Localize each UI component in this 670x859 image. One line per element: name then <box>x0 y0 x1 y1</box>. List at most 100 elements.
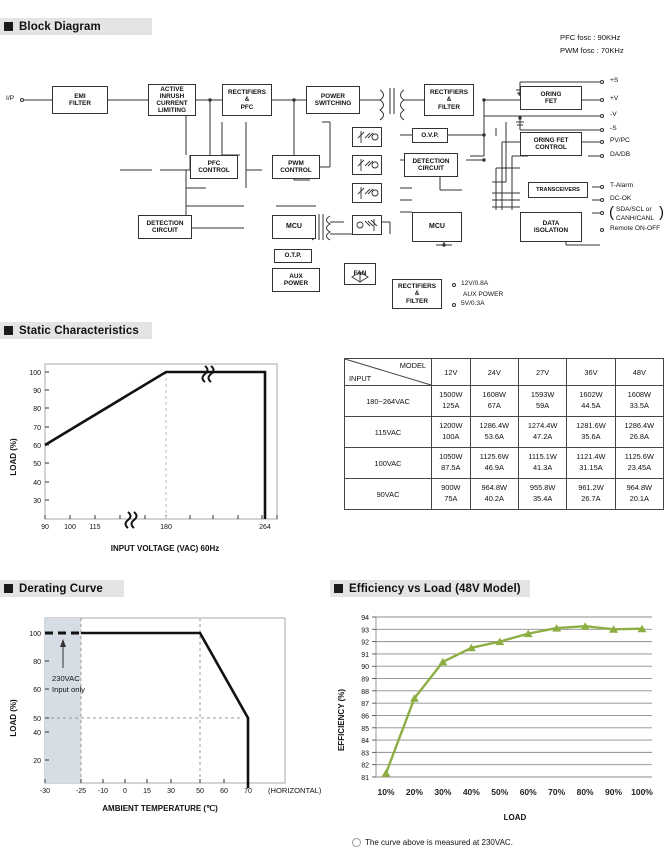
svg-text:264: 264 <box>259 524 271 531</box>
block-active-inrush-current-limiting: ACTIVE INRUSH CURRENT LIMITING <box>148 84 196 116</box>
input-terminal <box>20 98 24 102</box>
static-characteristics-chart: 100 90 80 70 60 50 40 30 90 100 115 180 264 LO… <box>9 363 278 553</box>
efficiency-chart-xlabel: LOAD <box>504 813 527 822</box>
cell-watt: 1608W <box>627 390 652 400</box>
terminal-plus-v <box>600 98 604 102</box>
optocoupler-icon-2 <box>352 155 382 175</box>
block-aux-power: AUX POWER <box>272 268 320 292</box>
svg-text:90: 90 <box>33 388 41 395</box>
cell-watt: 900W <box>441 483 461 493</box>
cell-amp: 23.45A <box>627 463 652 472</box>
svg-text:180: 180 <box>160 524 172 531</box>
cell-amp: 20.1A <box>629 494 649 503</box>
output-label-minus-s: -S <box>610 125 617 132</box>
output-label-plus-v: +V <box>610 95 619 102</box>
row-input-label: 115VAC <box>344 416 432 448</box>
output-label-canh-canl: CANH/CANL <box>616 215 655 222</box>
input-label: I/P <box>6 95 15 102</box>
derating-horizontal-note: (HORIZONTAL) <box>268 786 322 795</box>
terminal-plus-s <box>600 80 604 84</box>
bullet-square-icon <box>334 584 343 593</box>
static-characteristics-table: MODEL INPUT 12V 24V 27V 36V 48V 180~264V… <box>344 358 665 510</box>
static-chart-ylabel: LOAD (%) <box>9 438 18 476</box>
aux-power-label: AUX POWER <box>463 291 504 298</box>
svg-text:80%: 80% <box>577 787 594 797</box>
terminal-minus-v <box>600 114 604 118</box>
cell-amp: 125A <box>442 401 460 410</box>
block-fan: FAN <box>344 263 376 285</box>
block-otp: O.T.P. <box>274 249 312 263</box>
svg-text:100: 100 <box>29 370 41 377</box>
efficiency-chart: 81 82 83 84 85 86 87 88 89 90 91 92 93 94 10% 20% 30% 40… <box>337 615 653 822</box>
svg-text:93: 93 <box>361 627 369 634</box>
block-transceivers: TRANSCEIVERS <box>528 182 588 198</box>
aux-output-5v: 5V/0.3A <box>461 300 485 307</box>
cell-watt: 1286.4W <box>479 421 510 431</box>
svg-text:70%: 70% <box>548 787 565 797</box>
svg-text:40: 40 <box>33 730 41 737</box>
terminal-5v <box>452 303 456 307</box>
block-rectifiers-filter-aux: RECTIFIERS & FILTER <box>392 279 442 309</box>
table-col-12v: 12V <box>431 358 471 386</box>
cell-amp: 33.5A <box>629 401 649 410</box>
optocoupler-icon-4 <box>352 215 382 235</box>
cell-watt: 1286.4W <box>624 421 655 431</box>
svg-text:20: 20 <box>33 758 41 765</box>
block-mcu-left: MCU <box>272 215 316 239</box>
cell-watt: 964.8W <box>481 483 507 493</box>
svg-text:60: 60 <box>33 687 41 694</box>
terminal-pv-pc <box>600 140 604 144</box>
section-title: Derating Curve <box>19 582 103 595</box>
svg-text:50%: 50% <box>491 787 508 797</box>
pfc-fosc-note: PFC fosc : 90KHz <box>560 33 621 42</box>
svg-text:100: 100 <box>29 631 41 638</box>
terminal-dc-ok <box>600 198 604 202</box>
svg-text:30%: 30% <box>434 787 451 797</box>
section-header-derating-curve: Derating Curve <box>0 580 124 597</box>
aux-output-12v: 12V/0.8A <box>461 280 489 287</box>
cell-watt: 1281.6W <box>576 421 606 431</box>
svg-text:92: 92 <box>361 640 369 647</box>
svg-text:82: 82 <box>361 763 369 770</box>
row-input-label: 180~264VAC <box>344 385 432 417</box>
svg-text:80: 80 <box>33 406 41 413</box>
efficiency-footnote: The curve above is measured at 230VAC. <box>352 838 513 847</box>
output-label-dc-ok: DC-OK <box>610 195 632 202</box>
output-label-t-alarm: T-Alarm <box>610 182 634 189</box>
svg-text:60%: 60% <box>520 787 537 797</box>
cell-watt: 1602W <box>579 390 603 400</box>
section-title: Efficiency vs Load (48V Model) <box>349 582 521 595</box>
table-row: 100VAC 1050W 87.5A 1125.6W 46.9A 1115.1W 41… <box>344 447 665 479</box>
block-rectifiers-filter: RECTIFIERS & FILTER <box>424 84 474 116</box>
cell-watt: 1500W <box>439 390 463 400</box>
block-rectifiers-pfc: RECTIFIERS & PFC <box>222 84 272 116</box>
block-ovp: O.V.P. <box>412 128 448 143</box>
block-data-isolation: DATA ISOLATION <box>520 212 582 242</box>
svg-text:0: 0 <box>123 788 127 795</box>
svg-text:85: 85 <box>361 726 369 733</box>
static-chart-xlabel: INPUT VOLTAGE (VAC) 60Hz <box>111 544 219 553</box>
svg-text:-10: -10 <box>98 788 108 795</box>
svg-text:94: 94 <box>361 615 369 622</box>
block-mcu-right: MCU <box>412 212 462 242</box>
derating-curve-chart: 100 80 60 50 40 20 -30 -25 -10 0 15 30 50 60 70… <box>9 617 322 813</box>
cell-watt: 1593W <box>530 390 555 400</box>
cell-amp: 87.5A <box>441 463 461 472</box>
svg-text:115: 115 <box>89 524 100 531</box>
output-label-da-db: DA/DB <box>610 151 631 158</box>
svg-text:89: 89 <box>361 677 369 684</box>
svg-text:50: 50 <box>33 461 41 468</box>
svg-text:100: 100 <box>64 524 76 531</box>
main-transformer-icon <box>379 88 405 121</box>
table-row: 115VAC 1200W 100A 1286.4W 53.6A 1274.4W 47.… <box>344 416 665 448</box>
section-header-block-diagram: Block Diagram <box>0 18 152 35</box>
row-input-label: 90VAC <box>344 478 432 510</box>
cell-amp: 40.2A <box>484 494 504 503</box>
terminal-minus-s <box>600 128 604 132</box>
block-power-switching: POWER SWITCHING <box>306 86 360 114</box>
cell-amp: 31.15A <box>579 463 603 472</box>
svg-text:90: 90 <box>361 664 369 671</box>
svg-text:10%: 10% <box>377 787 394 797</box>
bullet-square-icon <box>4 326 13 335</box>
svg-text:30: 30 <box>167 788 175 795</box>
